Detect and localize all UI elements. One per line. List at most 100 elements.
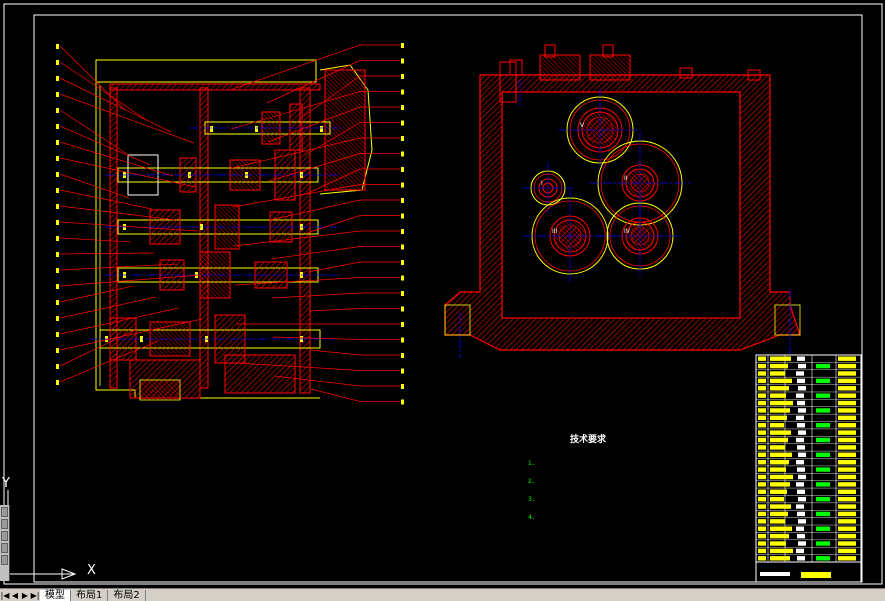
part-name-cell — [770, 408, 790, 413]
part-name-cell — [770, 445, 785, 450]
part-material-cell — [816, 408, 830, 413]
toolbar-button[interactable] — [1, 507, 8, 517]
part-number-cell — [758, 474, 766, 480]
part-number-cell — [758, 460, 766, 465]
part-number-cell — [758, 452, 766, 457]
first-tab-button[interactable]: |◀ — [0, 590, 10, 601]
parts-list — [755, 354, 862, 583]
leader-lines-right — [229, 43, 404, 405]
next-tab-button[interactable]: ▶ — [20, 590, 30, 601]
gear-label: I — [541, 180, 543, 187]
toolbar-button[interactable] — [1, 519, 8, 529]
balloon-marker — [56, 108, 59, 113]
tab-model[interactable]: 模型 — [40, 589, 71, 601]
balloon-marker — [56, 316, 59, 321]
part-number-cell — [758, 445, 766, 450]
ucs-y-label: Y — [2, 476, 10, 491]
part-material-cell — [816, 452, 830, 457]
part-remark-cell — [838, 526, 856, 531]
part-remark-cell — [838, 393, 856, 398]
part-qty-cell — [796, 526, 804, 531]
part-number-cell — [758, 415, 766, 421]
part-qty-cell — [796, 415, 804, 421]
part-qty-cell — [797, 423, 805, 428]
part-name-cell — [770, 356, 791, 361]
part-name-cell — [770, 437, 788, 443]
tab-layout-1[interactable]: 布局1 — [71, 589, 109, 601]
part-qty-cell — [796, 548, 804, 554]
last-tab-button[interactable]: ▶| — [30, 590, 40, 601]
part-remark-cell — [838, 556, 856, 561]
part-number-cell — [758, 400, 766, 406]
part-number-cell — [758, 467, 766, 472]
part-material-cell — [816, 378, 830, 384]
toolbar-button[interactable] — [1, 555, 8, 565]
balloon-marker — [401, 167, 404, 172]
part-material-cell — [816, 437, 830, 443]
part-name-cell — [770, 511, 788, 517]
balloon-marker — [56, 236, 59, 241]
balloon-marker — [56, 220, 59, 225]
part-remark-cell — [838, 496, 856, 502]
part-material-cell — [816, 496, 830, 502]
balloon-marker — [56, 380, 59, 385]
balloon-marker — [401, 105, 404, 110]
part-qty-cell — [798, 519, 806, 524]
part-number-cell — [758, 378, 766, 384]
balloon-marker — [56, 284, 59, 289]
part-name-cell — [770, 378, 792, 384]
part-remark-cell — [838, 548, 856, 554]
part-qty-cell — [797, 556, 805, 561]
balloon-marker — [401, 306, 404, 312]
part-number-cell — [758, 526, 766, 531]
part-number-cell — [758, 482, 766, 487]
part-qty-cell — [797, 400, 805, 406]
part-name-cell — [770, 430, 791, 435]
balloon-marker — [401, 151, 404, 157]
part-number-cell — [758, 504, 766, 509]
part-name-cell — [770, 482, 790, 487]
balloon-marker — [401, 213, 404, 219]
prev-tab-button[interactable]: ◀ — [10, 590, 20, 601]
title-block-cell — [760, 572, 790, 576]
part-name-cell — [770, 526, 792, 531]
part-material-cell — [816, 541, 830, 546]
toolbar-button[interactable] — [1, 531, 8, 541]
part-remark-cell — [838, 511, 856, 517]
part-number-cell — [758, 430, 766, 435]
tab-layout-2[interactable]: 布局2 — [108, 589, 146, 601]
part-name-cell — [770, 423, 784, 428]
balloon-marker — [401, 399, 404, 405]
part-number-cell — [758, 496, 766, 502]
balloon-marker — [401, 74, 404, 79]
gear-label: III — [552, 228, 558, 235]
part-qty-cell — [796, 437, 804, 443]
part-qty-cell — [797, 378, 805, 384]
part-remark-cell — [838, 467, 856, 472]
cad-drawing-canvas[interactable]: VIIIIII IV — [0, 0, 885, 600]
part-number-cell — [758, 511, 766, 517]
balloon-marker — [56, 172, 59, 177]
part-number-cell — [758, 437, 766, 443]
balloon-marker — [56, 332, 59, 337]
balloon-marker — [56, 348, 59, 353]
part-qty-cell — [796, 482, 804, 487]
ucs-icon — [7, 490, 77, 580]
part-name-cell — [770, 489, 787, 494]
part-material-cell — [816, 556, 830, 561]
part-qty-cell — [797, 533, 805, 539]
balloon-marker — [56, 364, 59, 369]
part-qty-cell — [797, 467, 805, 472]
part-name-cell — [770, 452, 792, 457]
tech-requirements-title: 技术要求 — [570, 435, 607, 445]
toolbar-button[interactable] — [1, 543, 8, 553]
part-remark-cell — [838, 415, 856, 421]
balloon-marker — [56, 268, 59, 273]
balloon-marker — [401, 244, 404, 250]
part-remark-cell — [838, 445, 856, 450]
part-name-cell — [770, 556, 790, 561]
part-remark-cell — [838, 363, 856, 369]
part-material-cell — [816, 467, 830, 472]
balloon-marker — [56, 44, 59, 49]
part-number-cell — [758, 556, 766, 561]
